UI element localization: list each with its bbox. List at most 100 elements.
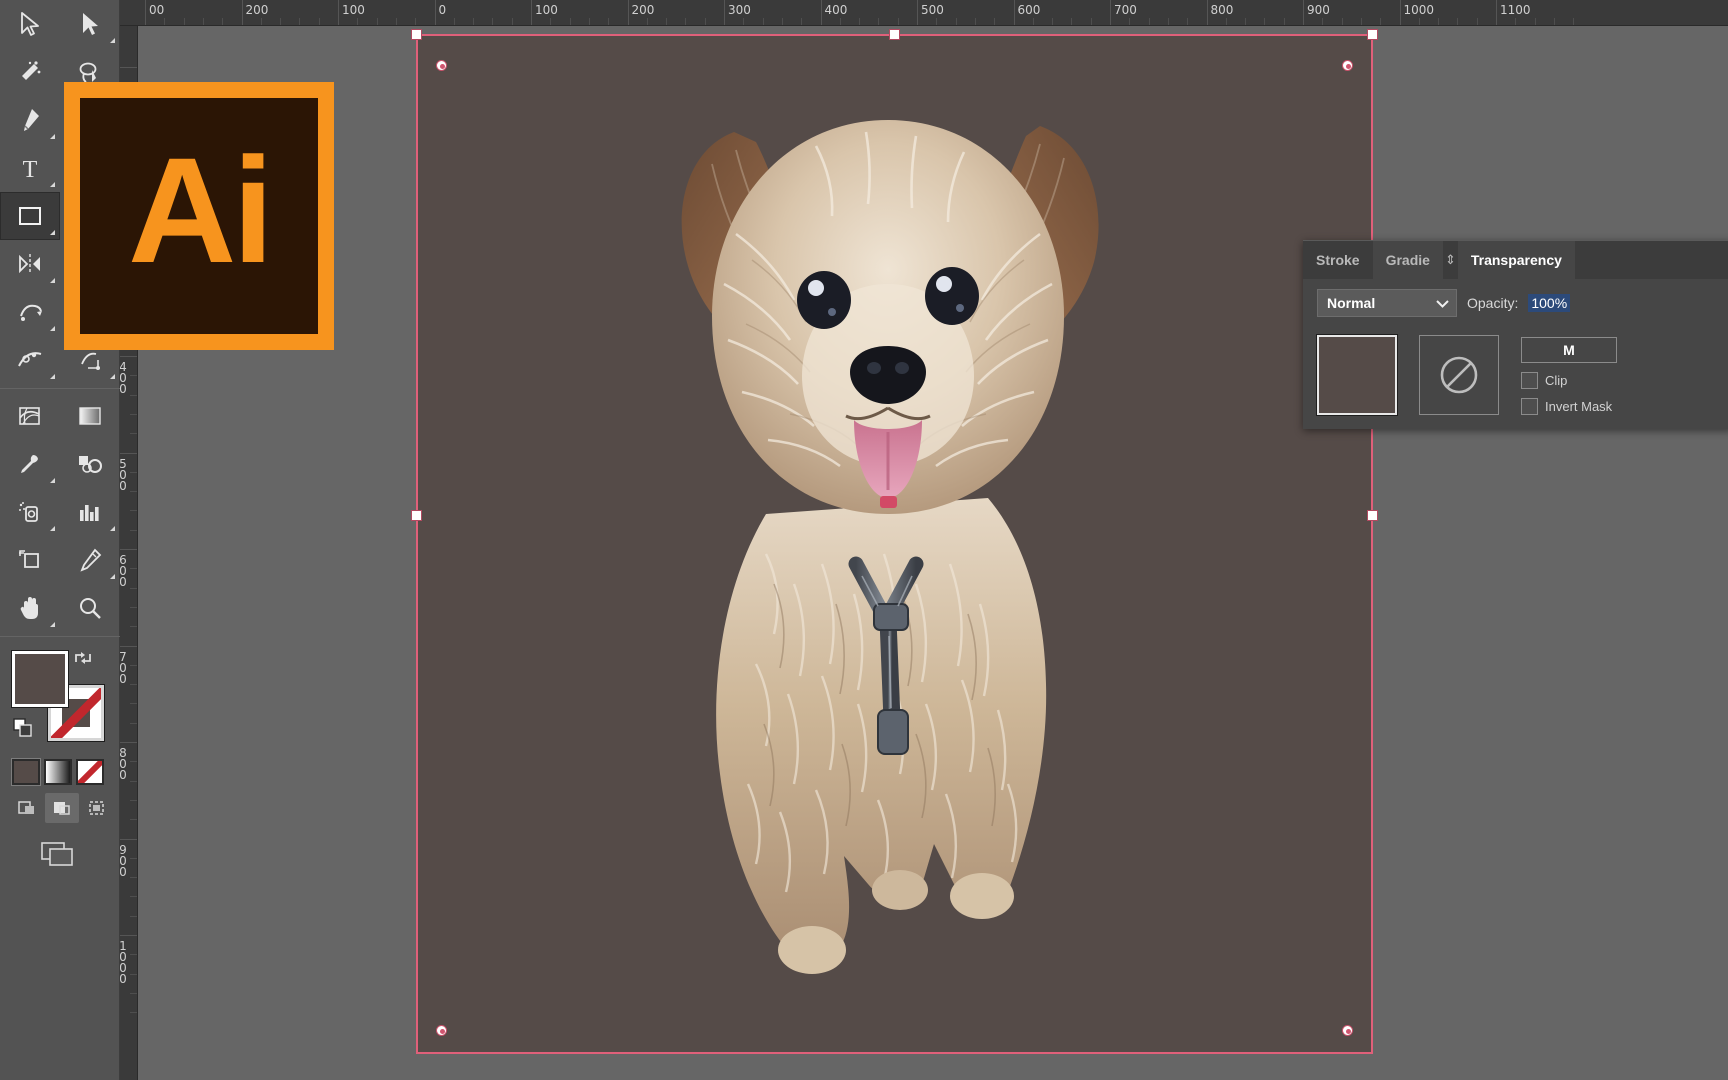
ruler-tick-minor xyxy=(130,684,137,686)
draw-mode-buttons[interactable] xyxy=(0,785,120,823)
ruler-tick-minor xyxy=(130,973,137,975)
draw-behind-button[interactable] xyxy=(45,793,79,823)
selection-handle-top-right[interactable] xyxy=(1367,29,1378,40)
ruler-tick-minor xyxy=(1573,18,1575,25)
ruler-tick-minor xyxy=(130,954,137,956)
ruler-tick-minor xyxy=(130,626,137,628)
artboard-tool[interactable] xyxy=(0,536,60,584)
opacity-input[interactable]: 100% xyxy=(1528,294,1571,312)
ruler-tick-minor xyxy=(608,18,610,25)
artboard-anchor-top-right[interactable] xyxy=(1342,60,1353,71)
clip-label: Clip xyxy=(1545,373,1568,388)
tab-stroke[interactable]: Stroke xyxy=(1303,241,1373,279)
ruler-tick-minor xyxy=(955,18,957,25)
ruler-tick-minor xyxy=(1264,18,1266,25)
default-fill-stroke-icon[interactable] xyxy=(12,717,34,739)
blend-mode-select[interactable]: Normal xyxy=(1317,289,1457,317)
shape-builder-tool[interactable] xyxy=(0,392,60,440)
ruler-tick-minor xyxy=(994,18,996,25)
swap-fill-stroke-icon[interactable] xyxy=(72,647,94,669)
ruler-tick-minor xyxy=(130,510,137,512)
artboard-anchor-bottom-left[interactable] xyxy=(436,1025,447,1036)
selection-tool[interactable] xyxy=(0,0,60,48)
selection-handle-top-left[interactable] xyxy=(411,29,422,40)
rotate-tool[interactable] xyxy=(0,288,60,336)
horizontal-ruler[interactable]: 00 200 100 0 100 200 300 400 500 600 700 800 900 1000… xyxy=(120,0,1728,26)
clip-checkbox[interactable] xyxy=(1521,372,1538,389)
selection-handle-top-center[interactable] xyxy=(889,29,900,40)
screen-mode-row[interactable] xyxy=(0,823,120,869)
ruler-tick-minor xyxy=(164,18,166,25)
slice-tool[interactable] xyxy=(60,536,120,584)
color-swatches[interactable] xyxy=(0,643,120,753)
make-mask-button[interactable]: M xyxy=(1521,337,1617,363)
selection-handle-middle-right[interactable] xyxy=(1367,510,1378,521)
shaper-tool[interactable] xyxy=(0,240,60,288)
draw-normal-button[interactable] xyxy=(10,793,43,823)
object-thumbnail[interactable] xyxy=(1316,334,1398,416)
ruler-tick-minor xyxy=(646,18,648,25)
ruler-label: 300 xyxy=(728,3,751,17)
dog-illustration[interactable] xyxy=(616,84,1176,984)
clip-checkbox-row[interactable]: Clip xyxy=(1521,372,1617,389)
ruler-tick-minor xyxy=(1245,18,1247,25)
artboard[interactable] xyxy=(411,29,1378,1054)
gradient-tool[interactable] xyxy=(60,392,120,440)
ruler-tick-minor xyxy=(704,18,706,25)
none-mode-button[interactable] xyxy=(76,759,104,785)
pen-tool[interactable] xyxy=(0,96,60,144)
rectangle-tool[interactable] xyxy=(0,192,60,240)
artboard-anchor-bottom-right[interactable] xyxy=(1342,1025,1353,1036)
direct-selection-tool[interactable] xyxy=(60,0,120,48)
ruler-label: 200 xyxy=(631,3,655,17)
fill-color-swatch[interactable] xyxy=(11,650,69,708)
panel-tab-separator-icon: ⇕ xyxy=(1444,252,1456,267)
ruler-tick-minor xyxy=(781,18,783,25)
invert-mask-checkbox[interactable] xyxy=(1521,398,1538,415)
column-graph-tool[interactable] xyxy=(60,488,120,536)
panel-tab-bar[interactable]: Stroke Gradie ⇕ Transparency xyxy=(1303,241,1728,279)
ruler-tick-minor xyxy=(222,18,224,25)
ruler-tick-minor xyxy=(1418,18,1420,25)
transparency-panel[interactable]: Stroke Gradie ⇕ Transparency Normal Opac… xyxy=(1303,240,1728,429)
ruler-tick-minor xyxy=(511,18,513,25)
ruler-tick-minor xyxy=(130,703,137,705)
ruler-tick-minor xyxy=(1283,18,1285,25)
blend-tool[interactable] xyxy=(60,440,120,488)
invert-mask-checkbox-row[interactable]: Invert Mask xyxy=(1521,398,1617,415)
selection-handle-middle-left[interactable] xyxy=(411,510,422,521)
ruler-tick xyxy=(820,0,822,25)
ruler-tick xyxy=(724,0,725,25)
ruler-tick-minor xyxy=(130,606,137,608)
tab-transparency[interactable]: Transparency xyxy=(1457,241,1575,279)
width-tool[interactable] xyxy=(0,336,60,384)
ruler-tick-minor xyxy=(1341,18,1343,25)
mask-thumbnail[interactable] xyxy=(1419,335,1499,415)
zoom-tool[interactable] xyxy=(60,584,120,632)
hand-tool[interactable] xyxy=(0,584,60,632)
color-mode-button[interactable] xyxy=(11,758,41,786)
ruler-tick-minor xyxy=(1032,18,1034,25)
type-tool[interactable]: T xyxy=(0,144,60,192)
draw-inside-button[interactable] xyxy=(81,793,114,823)
gradient-mode-button[interactable] xyxy=(44,759,72,785)
ruler-tick xyxy=(1110,0,1111,25)
ruler-tick-minor xyxy=(453,18,455,25)
ruler-tick-minor xyxy=(801,18,803,25)
ruler-label: 0 xyxy=(438,3,447,17)
ruler-tick-minor xyxy=(130,471,137,473)
canvas-area[interactable] xyxy=(138,26,1728,1080)
ruler-tick-minor xyxy=(318,18,320,25)
illustrator-window: 00 200 100 0 100 200 300 400 500 600 700 800 900 1000… xyxy=(0,0,1728,1080)
paint-mode-buttons[interactable] xyxy=(0,753,120,786)
ruler-tick xyxy=(1013,0,1015,25)
tab-gradient[interactable]: Gradie xyxy=(1372,241,1443,279)
ruler-tick-minor xyxy=(130,799,137,801)
magic-wand-tool[interactable] xyxy=(0,48,60,96)
ruler-label: 500 xyxy=(921,3,944,17)
ruler-tick-minor xyxy=(569,18,571,25)
change-screen-mode-button[interactable] xyxy=(36,839,82,869)
artboard-anchor-top-left[interactable] xyxy=(436,60,447,71)
symbol-sprayer-tool[interactable] xyxy=(0,488,60,536)
eyedropper-tool[interactable] xyxy=(0,440,60,488)
